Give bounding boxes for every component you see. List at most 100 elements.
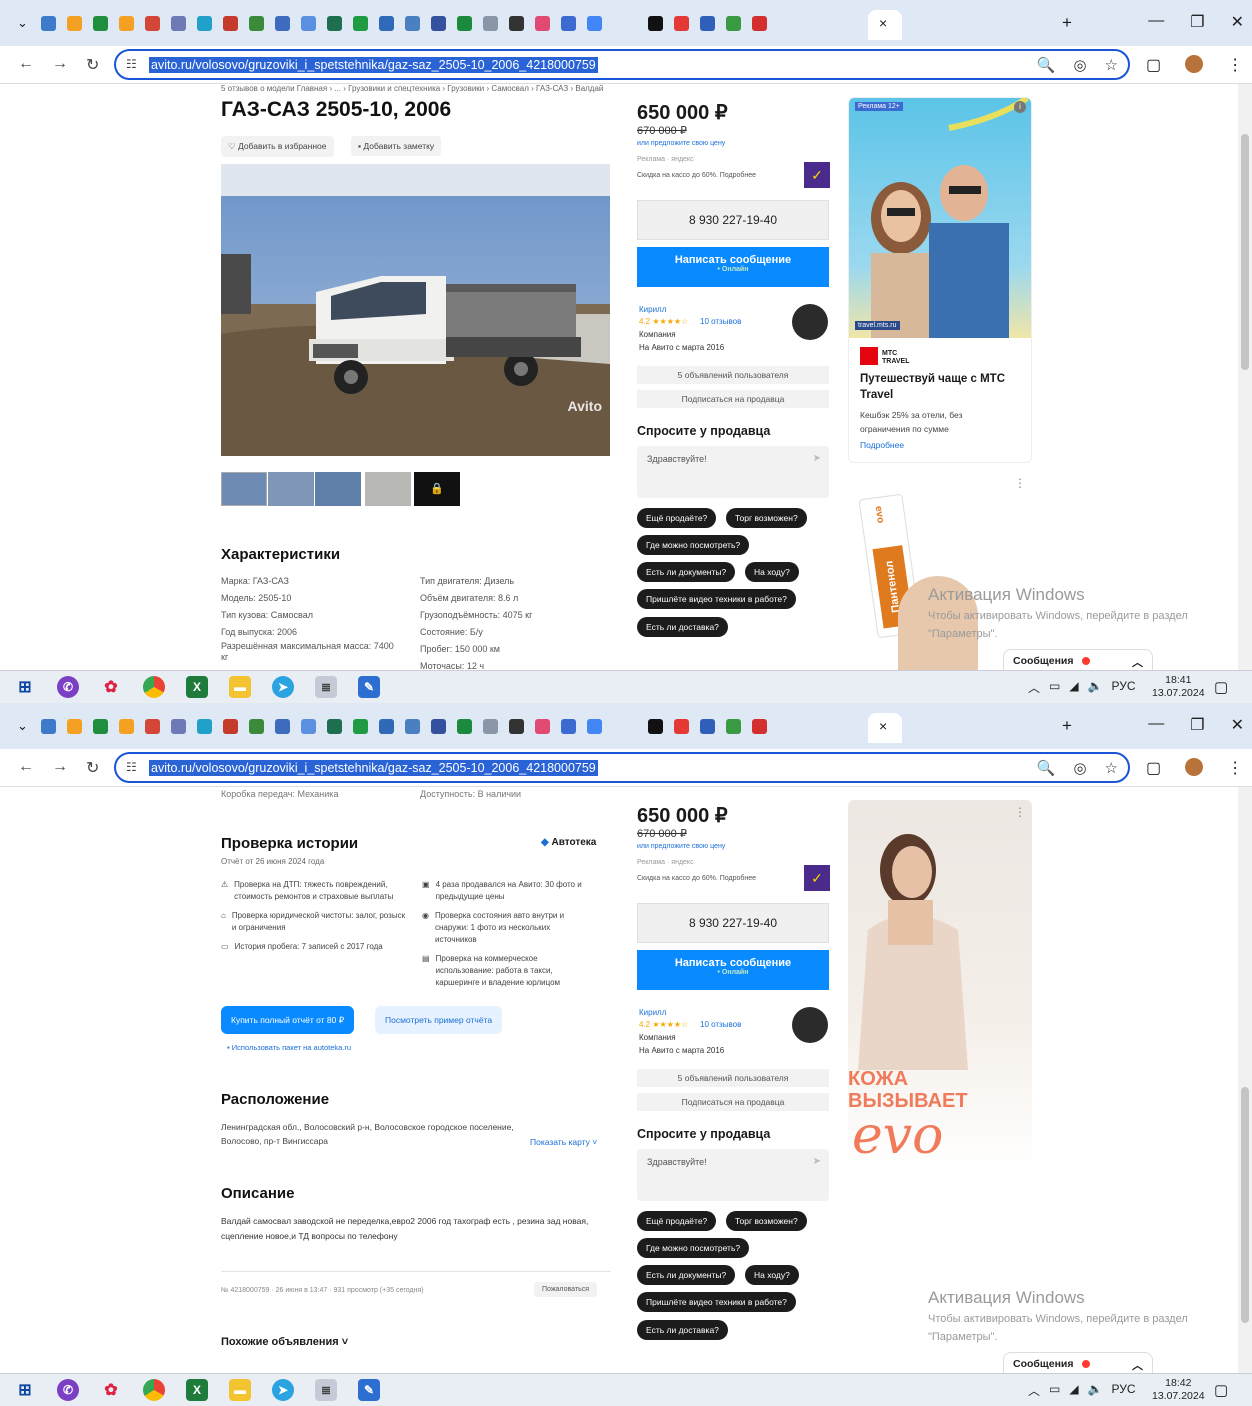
telegram-icon[interactable]: ➤ xyxy=(272,1379,294,1401)
notepad-icon[interactable]: ≣ xyxy=(315,1379,337,1401)
address-bar[interactable]: ☷ avito.ru/volosovo/gruzoviki_i_spetsteh… xyxy=(114,752,1130,783)
avatar[interactable] xyxy=(792,1007,828,1043)
eye-off-icon[interactable]: ◎ xyxy=(1073,56,1086,74)
browser-tab[interactable] xyxy=(270,715,295,737)
breadcrumb[interactable]: 5 отзывов о модели Главная › ... › Грузо… xyxy=(221,84,603,93)
browser-tab[interactable] xyxy=(322,715,347,737)
scrollbar[interactable] xyxy=(1238,787,1252,1373)
chip-running[interactable]: На ходу? xyxy=(745,1265,799,1285)
eye-off-icon[interactable]: ◎ xyxy=(1073,759,1086,777)
menu-icon[interactable]: ⋮ xyxy=(1227,758,1243,778)
language-indicator[interactable]: РУС xyxy=(1112,679,1136,696)
main-photo[interactable]: Avito xyxy=(221,164,610,456)
ad-title[interactable]: Путешествуй чаще с МТС Travel xyxy=(860,371,1025,403)
excel-icon[interactable]: X xyxy=(186,1379,208,1401)
browser-tab[interactable] xyxy=(669,715,694,737)
avatar[interactable] xyxy=(792,304,828,340)
minimize-icon[interactable]: — xyxy=(1148,715,1164,735)
seller-name[interactable]: Кирилл xyxy=(639,305,666,314)
offer-price-link[interactable]: или предложите свою цену xyxy=(637,843,725,850)
ad-logo-icon[interactable]: ✓ xyxy=(804,865,830,891)
back-icon[interactable]: ← xyxy=(18,758,34,776)
profile-icon[interactable] xyxy=(1185,758,1204,776)
browser-tab[interactable] xyxy=(747,12,772,34)
tray-chevron-icon[interactable]: ︿ xyxy=(1028,679,1040,696)
browser-tab[interactable] xyxy=(322,12,347,34)
tray-device-icon[interactable]: ▭ xyxy=(1049,679,1060,696)
browser-tab[interactable] xyxy=(426,715,451,737)
add-note-button[interactable]: ▪ Добавить заметку xyxy=(351,136,442,156)
messages-panel[interactable]: Сообщения ︿ xyxy=(1003,1352,1153,1373)
close-window-icon[interactable]: ✕ xyxy=(1231,12,1244,32)
browser-tab[interactable] xyxy=(669,12,694,34)
browser-tab[interactable] xyxy=(400,715,425,737)
zoom-icon[interactable]: 🔍 xyxy=(1037,759,1056,777)
forward-icon[interactable]: → xyxy=(52,758,68,776)
wifi-icon[interactable]: ◢ xyxy=(1069,679,1078,696)
network-app-icon[interactable]: ✿ xyxy=(100,1379,122,1401)
browser-tab[interactable] xyxy=(695,715,720,737)
autoteka-package-link[interactable]: ▪ Использовать пакет на autoteka.ru xyxy=(227,1043,351,1052)
browser-tab[interactable] xyxy=(114,715,139,737)
chip-still-selling[interactable]: Ещё продаёте? xyxy=(637,508,717,528)
phone-button[interactable]: 8 930 227-19-40 xyxy=(637,903,829,943)
chip-delivery[interactable]: Есть ли доставка? xyxy=(637,1320,728,1340)
browser-tab[interactable] xyxy=(62,715,87,737)
browser-tab[interactable] xyxy=(530,715,555,737)
complain-button[interactable]: Пожаловаться xyxy=(534,1282,598,1297)
browser-tab[interactable] xyxy=(504,715,529,737)
browser-tab[interactable] xyxy=(88,715,113,737)
notification-icon[interactable]: ▢ xyxy=(1214,1381,1228,1399)
tab-strip[interactable]: ⌄ xyxy=(10,715,773,737)
menu-icon[interactable]: ⋮ xyxy=(1227,55,1243,75)
browser-tab[interactable] xyxy=(140,12,165,34)
ad-menu-icon[interactable]: ⋮ xyxy=(1014,476,1026,490)
messages-panel[interactable]: Сообщения ︿ xyxy=(1003,649,1153,670)
browser-tab[interactable] xyxy=(244,715,269,737)
chip-where-see[interactable]: Где можно посмотреть? xyxy=(637,1238,750,1258)
chevron-up-icon[interactable]: ︿ xyxy=(1132,1357,1143,1373)
close-window-icon[interactable]: ✕ xyxy=(1231,715,1244,735)
subscribe-button[interactable]: Подписаться на продавца xyxy=(637,390,829,408)
show-map-link[interactable]: Показать карту ˅ xyxy=(530,1137,597,1147)
offer-price-link[interactable]: или предложите свою цену xyxy=(637,140,725,147)
reload-icon[interactable]: ↻ xyxy=(86,758,99,778)
thumbnail[interactable] xyxy=(365,472,411,506)
browser-tab[interactable] xyxy=(114,12,139,34)
new-tab-icon[interactable]: + xyxy=(1062,716,1072,736)
url-text[interactable]: avito.ru/volosovo/gruzoviki_i_spetstehni… xyxy=(149,760,598,776)
browser-tab[interactable] xyxy=(88,12,113,34)
send-icon[interactable]: ➤ xyxy=(813,453,821,464)
tab-strip[interactable]: ⌄ xyxy=(10,12,773,34)
browser-tab[interactable] xyxy=(348,715,373,737)
scrollbar[interactable] xyxy=(1238,84,1252,670)
add-favorite-button[interactable]: ♡ Добавить в избранное xyxy=(221,136,334,157)
subscribe-button[interactable]: Подписаться на продавца xyxy=(637,1093,829,1111)
browser-tab[interactable] xyxy=(140,715,165,737)
tab-list-icon[interactable]: ⌄ xyxy=(10,715,35,737)
reviews-link[interactable]: 10 отзывов xyxy=(700,1020,741,1029)
minimize-icon[interactable]: — xyxy=(1148,12,1164,32)
browser-tab[interactable] xyxy=(582,715,607,737)
zoom-icon[interactable]: 🔍 xyxy=(1037,56,1056,74)
send-icon[interactable]: ➤ xyxy=(813,1156,821,1167)
browser-tab[interactable] xyxy=(270,12,295,34)
chip-running[interactable]: На ходу? xyxy=(745,562,799,582)
write-message-button[interactable]: Написать сообщение • Онлайн xyxy=(637,247,829,287)
browser-tab[interactable] xyxy=(478,12,503,34)
address-bar[interactable]: ☷ avito.ru/volosovo/gruzoviki_i_spetsteh… xyxy=(114,49,1130,80)
thumbnail[interactable] xyxy=(221,472,267,506)
thumbnail[interactable] xyxy=(268,472,314,506)
clock[interactable]: 18:41 13.07.2024 xyxy=(1152,674,1205,700)
chip-delivery[interactable]: Есть ли доставка? xyxy=(637,617,728,637)
browser-tab[interactable] xyxy=(478,715,503,737)
info-icon[interactable]: i xyxy=(1014,101,1026,113)
browser-tab[interactable] xyxy=(296,12,321,34)
browser-tab[interactable] xyxy=(218,715,243,737)
chevron-up-icon[interactable]: ︿ xyxy=(1132,654,1143,670)
browser-tab[interactable] xyxy=(582,12,607,34)
browser-tab[interactable] xyxy=(400,12,425,34)
language-indicator[interactable]: РУС xyxy=(1112,1382,1136,1399)
lock-icon[interactable]: 🔒 xyxy=(414,472,460,506)
viber-icon[interactable]: ✆ xyxy=(57,676,79,698)
